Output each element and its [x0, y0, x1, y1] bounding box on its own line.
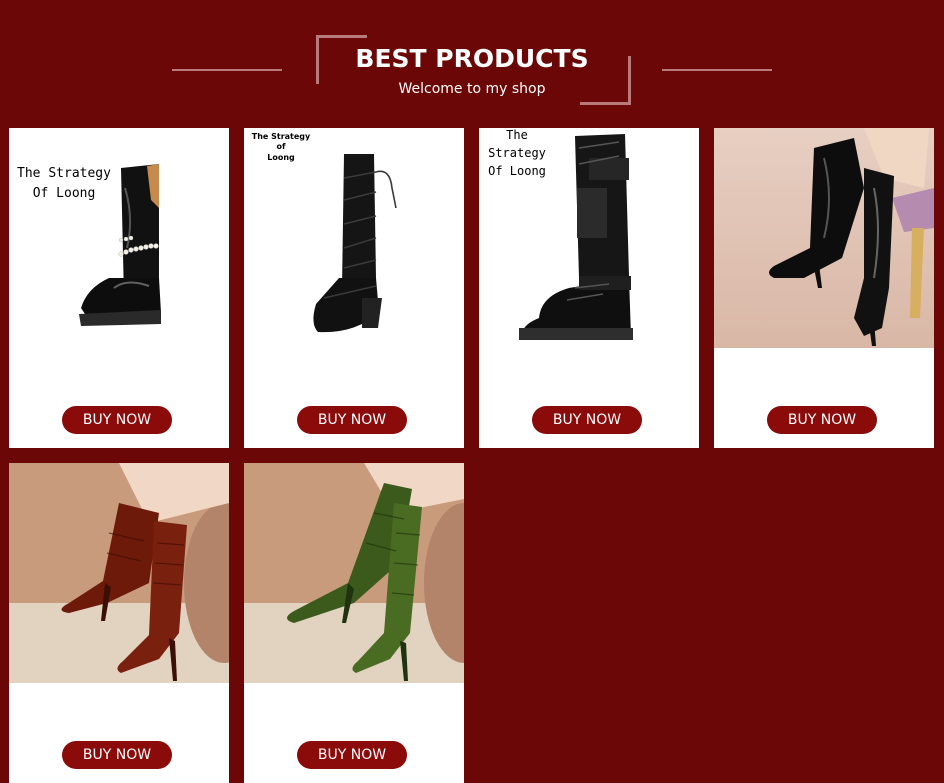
product-image[interactable]	[244, 463, 464, 683]
buy-now-button[interactable]: BUY NOW	[297, 406, 407, 434]
buy-now-button[interactable]: BUY NOW	[532, 406, 642, 434]
product-image[interactable]: The Strategy Of Loong	[479, 128, 699, 348]
section-title: BEST PRODUCTS	[355, 44, 589, 73]
product-card[interactable]: The Strategy of Loong BUY NOW	[244, 128, 464, 448]
brand-watermark: The Strategy Of Loong	[17, 166, 111, 201]
section-header: BEST PRODUCTS Welcome to my shop	[0, 0, 944, 120]
product-card[interactable]: The Strategy Of Loong BUY NOW	[9, 128, 229, 448]
buy-now-button[interactable]: BUY NOW	[62, 741, 172, 769]
buy-now-button[interactable]: BUY NOW	[767, 406, 877, 434]
product-card[interactable]: BUY NOW	[9, 463, 229, 783]
product-image[interactable]	[714, 128, 934, 348]
header-right-line	[662, 69, 772, 71]
section-subtitle: Welcome to my shop	[398, 81, 546, 97]
product-card[interactable]: The Strategy Of Loong BUY NOW	[479, 128, 699, 448]
product-image[interactable]	[9, 463, 229, 683]
header-left-line	[172, 69, 282, 71]
product-image[interactable]: The Strategy of Loong	[244, 128, 464, 348]
buy-now-button[interactable]: BUY NOW	[62, 406, 172, 434]
product-card[interactable]: BUY NOW	[714, 128, 934, 448]
brand-watermark: The Strategy Of Loong	[488, 128, 546, 178]
product-card[interactable]: BUY NOW	[244, 463, 464, 783]
brand-watermark: The Strategy of Loong	[251, 132, 311, 162]
product-image[interactable]: The Strategy Of Loong	[9, 128, 229, 348]
buy-now-button[interactable]: BUY NOW	[297, 741, 407, 769]
